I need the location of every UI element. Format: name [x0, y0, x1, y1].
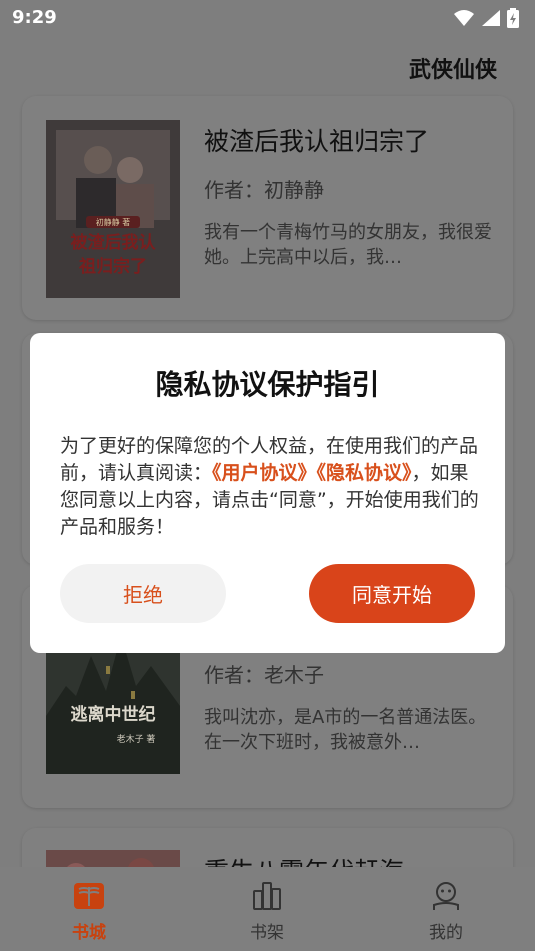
cover-author-text: 老木子 著 — [117, 733, 156, 745]
category-tab[interactable]: 武侠仙侠 — [409, 52, 497, 84]
dialog-title: 隐私协议保护指引 — [155, 368, 380, 401]
profile-icon — [433, 882, 459, 910]
book-title: 被渣后我认祖归宗了 — [204, 127, 430, 156]
nav-label: 我的 — [429, 923, 463, 943]
svg-text:被渣后我认: 被渣后我认 — [71, 232, 157, 253]
cover-author-text: 初静静 著 — [96, 217, 131, 227]
privacy-dialog: 隐私协议保护指引 为了更好的保障您的个人权益，在使用我们的产品前，请认真阅读：《… — [30, 333, 505, 653]
nav-label: 书架 — [250, 923, 284, 943]
bookshelf-icon — [253, 882, 281, 910]
battery-icon — [507, 8, 519, 28]
cover-title-text: 逃离中世纪 — [71, 704, 156, 725]
nav-item-bookstore[interactable]: 书城 — [44, 881, 134, 943]
signal-icon — [482, 10, 500, 26]
book-author: 作者：老木子 — [204, 663, 324, 687]
book-description: 我叫沈亦，是A市的一名普通法医。在一次下班时，我被意外… — [204, 707, 487, 753]
nav-item-profile[interactable]: 我的 — [401, 881, 491, 943]
dialog-body: 为了更好的保障您的个人权益，在使用我们的产品前，请认真阅读：《用户协议》《隐私协… — [60, 433, 480, 541]
book-card[interactable]: 初静静 著 被渣后我认 祖归宗了 被渣后我认祖归宗了 作者：初静静 我有一个青梅… — [22, 96, 513, 320]
wifi-icon — [454, 10, 474, 26]
status-time: 9:29 — [12, 7, 57, 28]
privacy-agreement-link[interactable]: 《隐私协议》 — [317, 462, 412, 484]
nav-item-bookshelf[interactable]: 书架 — [222, 881, 312, 943]
status-bar: 9:29 — [0, 0, 535, 36]
user-agreement-link[interactable]: 《用户协议》 — [212, 462, 317, 484]
status-icons — [453, 8, 519, 28]
book-icon — [74, 883, 104, 909]
agree-button[interactable]: 同意开始 — [309, 564, 475, 623]
svg-text:祖归宗了: 祖归宗了 — [78, 256, 147, 277]
book-cover: 初静静 著 被渣后我认 祖归宗了 — [46, 120, 180, 298]
nav-label: 书城 — [72, 923, 106, 943]
bottom-navigation: 书城 书架 我的 — [0, 867, 535, 951]
book-description: 我有一个青梅竹马的女朋友，我很爱她。上完高中以后，我… — [204, 222, 492, 268]
book-author: 作者：初静静 — [204, 178, 324, 202]
reject-button[interactable]: 拒绝 — [60, 564, 226, 623]
